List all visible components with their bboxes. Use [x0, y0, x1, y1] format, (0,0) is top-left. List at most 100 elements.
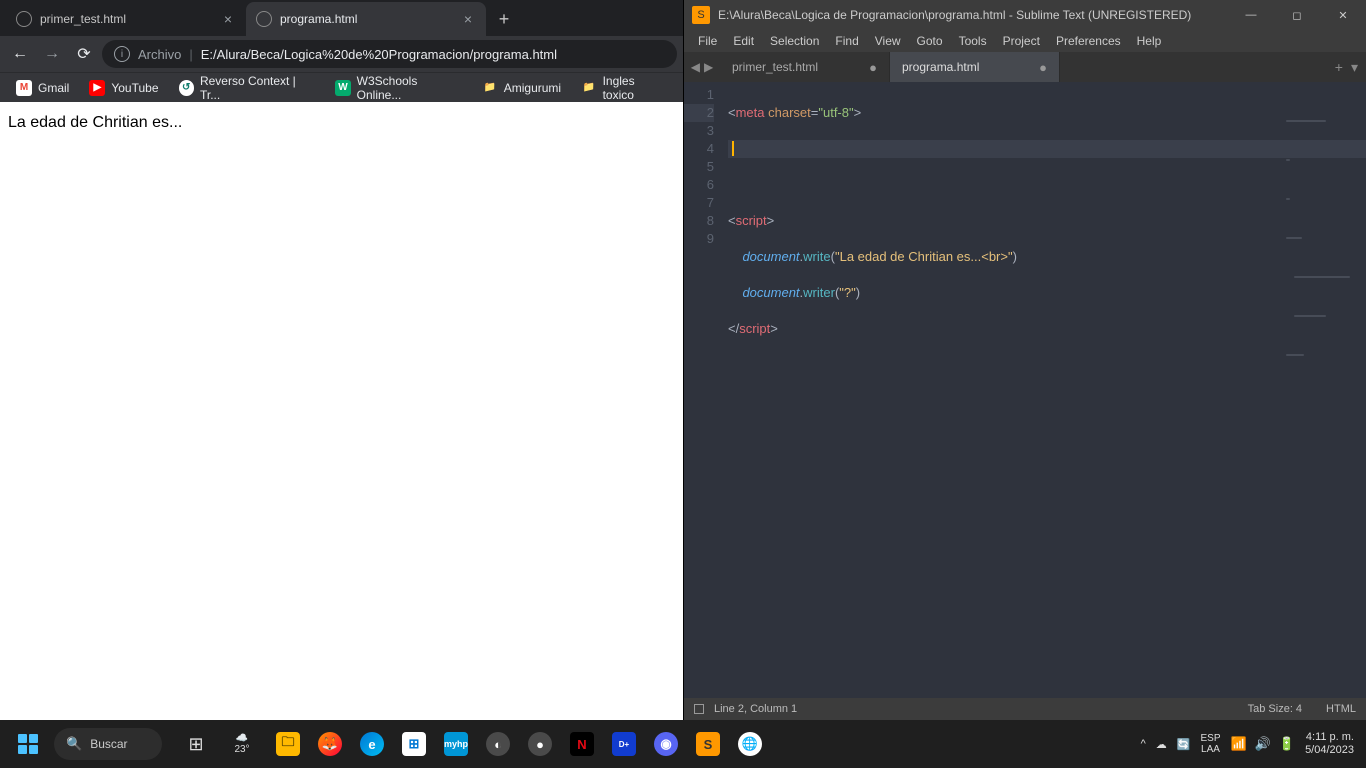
- line-number: 9: [684, 230, 714, 248]
- folder-icon: 📁: [581, 80, 596, 96]
- app-button-1[interactable]: ◐: [478, 724, 518, 764]
- syntax-indicator[interactable]: HTML: [1326, 703, 1356, 715]
- disney-button[interactable]: D+: [604, 724, 644, 764]
- menu-preferences[interactable]: Preferences: [1048, 30, 1129, 52]
- status-panel-icon[interactable]: [694, 704, 704, 714]
- windows-taskbar: 🔍 Buscar ⊞ ☁️23° 🗀 🦊 e ⊞ myhp ◐ ● N D+ ◉…: [0, 720, 1366, 768]
- close-icon[interactable]: ×: [460, 11, 476, 27]
- code-line: <script>: [728, 212, 1366, 230]
- code-line: [728, 392, 1366, 410]
- maximize-button[interactable]: ◻: [1274, 0, 1320, 30]
- close-icon[interactable]: ×: [220, 11, 236, 27]
- line-number: 6: [684, 176, 714, 194]
- line-gutter[interactable]: 1 2 3 4 5 6 7 8 9: [684, 82, 724, 698]
- tab-size-indicator[interactable]: Tab Size: 4: [1248, 703, 1302, 715]
- language-indicator[interactable]: ESP LAA: [1200, 733, 1220, 755]
- clock[interactable]: 4:11 p. m. 5/04/2023: [1305, 731, 1358, 757]
- discord-button[interactable]: ◉: [646, 724, 686, 764]
- battery-icon[interactable]: 🔋: [1279, 736, 1295, 752]
- chrome-toolbar: ← → ⟳ i Archivo | E:/Alura/Beca/Logica%2…: [0, 36, 683, 72]
- line-number: 8: [684, 212, 714, 230]
- sublime-titlebar[interactable]: S E:\Alura\Beca\Logica de Programacion\p…: [684, 0, 1366, 30]
- bookmark-amigurumi[interactable]: 📁Amigurumi: [474, 76, 569, 100]
- menu-edit[interactable]: Edit: [725, 30, 762, 52]
- text-cursor: [732, 141, 734, 156]
- sync-icon[interactable]: 🔄: [1177, 738, 1191, 751]
- url-path: E:/Alura/Beca/Logica%20de%20Programacion…: [201, 47, 557, 62]
- code-line: document.write("La edad de Chritian es..…: [728, 248, 1366, 266]
- menu-tools[interactable]: Tools: [951, 30, 995, 52]
- bookmark-label: YouTube: [111, 81, 158, 95]
- edge-icon: e: [360, 732, 384, 756]
- onedrive-icon[interactable]: ☁: [1156, 738, 1167, 751]
- line-number: 4: [684, 140, 714, 158]
- file-explorer-button[interactable]: 🗀: [268, 724, 308, 764]
- editor-tab-name: programa.html: [902, 60, 1039, 74]
- bookmark-label: Gmail: [38, 81, 69, 95]
- chrome-icon: 🌐: [738, 732, 762, 756]
- line-number: 2: [684, 104, 714, 122]
- file-favicon-icon: [16, 11, 32, 27]
- bookmark-ingles[interactable]: 📁Ingles toxico: [573, 76, 675, 100]
- taskbar-search[interactable]: 🔍 Buscar: [54, 728, 162, 760]
- tray-chevron-icon[interactable]: ^: [1141, 738, 1146, 750]
- app-button-2[interactable]: ●: [520, 724, 560, 764]
- tab-prev-icon[interactable]: ◀: [691, 60, 700, 74]
- bookmark-reverso[interactable]: ↺Reverso Context | Tr...: [171, 76, 324, 100]
- menu-file[interactable]: File: [690, 30, 725, 52]
- bookmark-youtube[interactable]: ▶YouTube: [81, 76, 166, 100]
- editor-area[interactable]: 1 2 3 4 5 6 7 8 9 <meta charset="utf-8">…: [684, 82, 1366, 698]
- store-button[interactable]: ⊞: [394, 724, 434, 764]
- address-bar[interactable]: i Archivo | E:/Alura/Beca/Logica%20de%20…: [102, 40, 677, 68]
- reverso-icon: ↺: [179, 80, 194, 96]
- sublime-logo-icon: S: [692, 6, 710, 24]
- url-scheme: Archivo: [138, 47, 181, 62]
- wifi-icon[interactable]: 📶: [1231, 736, 1247, 752]
- start-button[interactable]: [8, 724, 48, 764]
- tab-menu-icon[interactable]: ▾: [1351, 59, 1358, 76]
- bookmarks-bar: MGmail ▶YouTube ↺Reverso Context | Tr...…: [0, 72, 683, 102]
- chrome-tab-title: programa.html: [280, 12, 460, 26]
- minimize-button[interactable]: —: [1228, 0, 1274, 30]
- editor-tab-programa[interactable]: programa.html ●: [890, 52, 1060, 82]
- line-number: 1: [684, 86, 714, 104]
- weather-widget[interactable]: ☁️23°: [218, 724, 266, 764]
- tab-nav: ◀▶: [684, 52, 720, 82]
- sublime-tabbar: ◀▶ primer_test.html ● programa.html ● +▾: [684, 52, 1366, 82]
- forward-button[interactable]: →: [38, 40, 66, 68]
- sublime-taskbar-button[interactable]: S: [688, 724, 728, 764]
- back-button[interactable]: ←: [6, 40, 34, 68]
- edge-button[interactable]: e: [352, 724, 392, 764]
- code-editor[interactable]: <meta charset="utf-8"> <script> document…: [724, 82, 1366, 698]
- editor-tab-primer[interactable]: primer_test.html ●: [720, 52, 890, 82]
- minimap[interactable]: [1286, 84, 1366, 124]
- date-text: 5/04/2023: [1305, 744, 1354, 757]
- menu-view[interactable]: View: [867, 30, 909, 52]
- volume-icon[interactable]: 🔊: [1255, 736, 1271, 752]
- new-tab-icon[interactable]: +: [1335, 59, 1343, 75]
- bookmark-w3schools[interactable]: WW3Schools Online...: [327, 76, 470, 100]
- reload-button[interactable]: ⟳: [70, 40, 98, 68]
- new-tab-button[interactable]: +: [490, 5, 518, 33]
- netflix-button[interactable]: N: [562, 724, 602, 764]
- hp-button[interactable]: myhp: [436, 724, 476, 764]
- code-line: <meta charset="utf-8">: [728, 104, 1366, 122]
- menu-selection[interactable]: Selection: [762, 30, 827, 52]
- menu-help[interactable]: Help: [1129, 30, 1170, 52]
- system-tray[interactable]: 📶 🔊 🔋: [1231, 736, 1296, 752]
- chrome-tab-programa[interactable]: programa.html ×: [246, 2, 486, 36]
- chrome-taskbar-button[interactable]: 🌐: [730, 724, 770, 764]
- site-info-icon[interactable]: i: [114, 46, 130, 62]
- w3schools-icon: W: [335, 80, 350, 96]
- task-view-button[interactable]: ⊞: [176, 724, 216, 764]
- tab-next-icon[interactable]: ▶: [704, 60, 713, 74]
- firefox-button[interactable]: 🦊: [310, 724, 350, 764]
- menu-project[interactable]: Project: [995, 30, 1048, 52]
- dirty-indicator-icon[interactable]: ●: [869, 60, 877, 75]
- menu-find[interactable]: Find: [827, 30, 866, 52]
- close-button[interactable]: ✕: [1320, 0, 1366, 30]
- bookmark-gmail[interactable]: MGmail: [8, 76, 77, 100]
- chrome-tab-primer[interactable]: primer_test.html ×: [6, 2, 246, 36]
- menu-goto[interactable]: Goto: [909, 30, 951, 52]
- dirty-indicator-icon[interactable]: ●: [1039, 60, 1047, 75]
